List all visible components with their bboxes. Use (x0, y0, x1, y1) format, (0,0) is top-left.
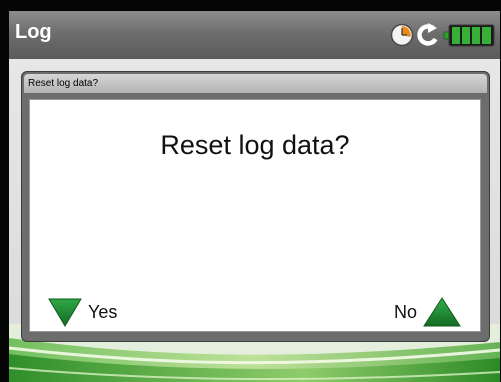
title-bar: Log (9, 11, 500, 59)
battery-icon (443, 24, 495, 47)
clock-icon (390, 23, 414, 47)
dialog-header: Reset log data? (24, 74, 487, 93)
down-triangle-icon (48, 298, 82, 327)
dialog-header-title: Reset log data? (28, 78, 99, 89)
dialog-message: Reset log data? (160, 130, 350, 160)
confirm-dialog: Reset log data? Reset log data? Yes No (21, 71, 490, 342)
status-icons (390, 22, 496, 48)
device-frame: Log Reset log data? Reset log data? Yes … (0, 0, 501, 382)
yes-label: Yes (88, 301, 118, 322)
no-button[interactable]: No (394, 297, 461, 327)
yes-button[interactable]: Yes (48, 297, 117, 327)
up-triangle-icon (423, 297, 461, 327)
refresh-icon (417, 23, 438, 46)
page-title: Log (15, 21, 52, 43)
no-label: No (393, 301, 417, 322)
screen: Log Reset log data? Reset log data? Yes … (9, 11, 500, 382)
